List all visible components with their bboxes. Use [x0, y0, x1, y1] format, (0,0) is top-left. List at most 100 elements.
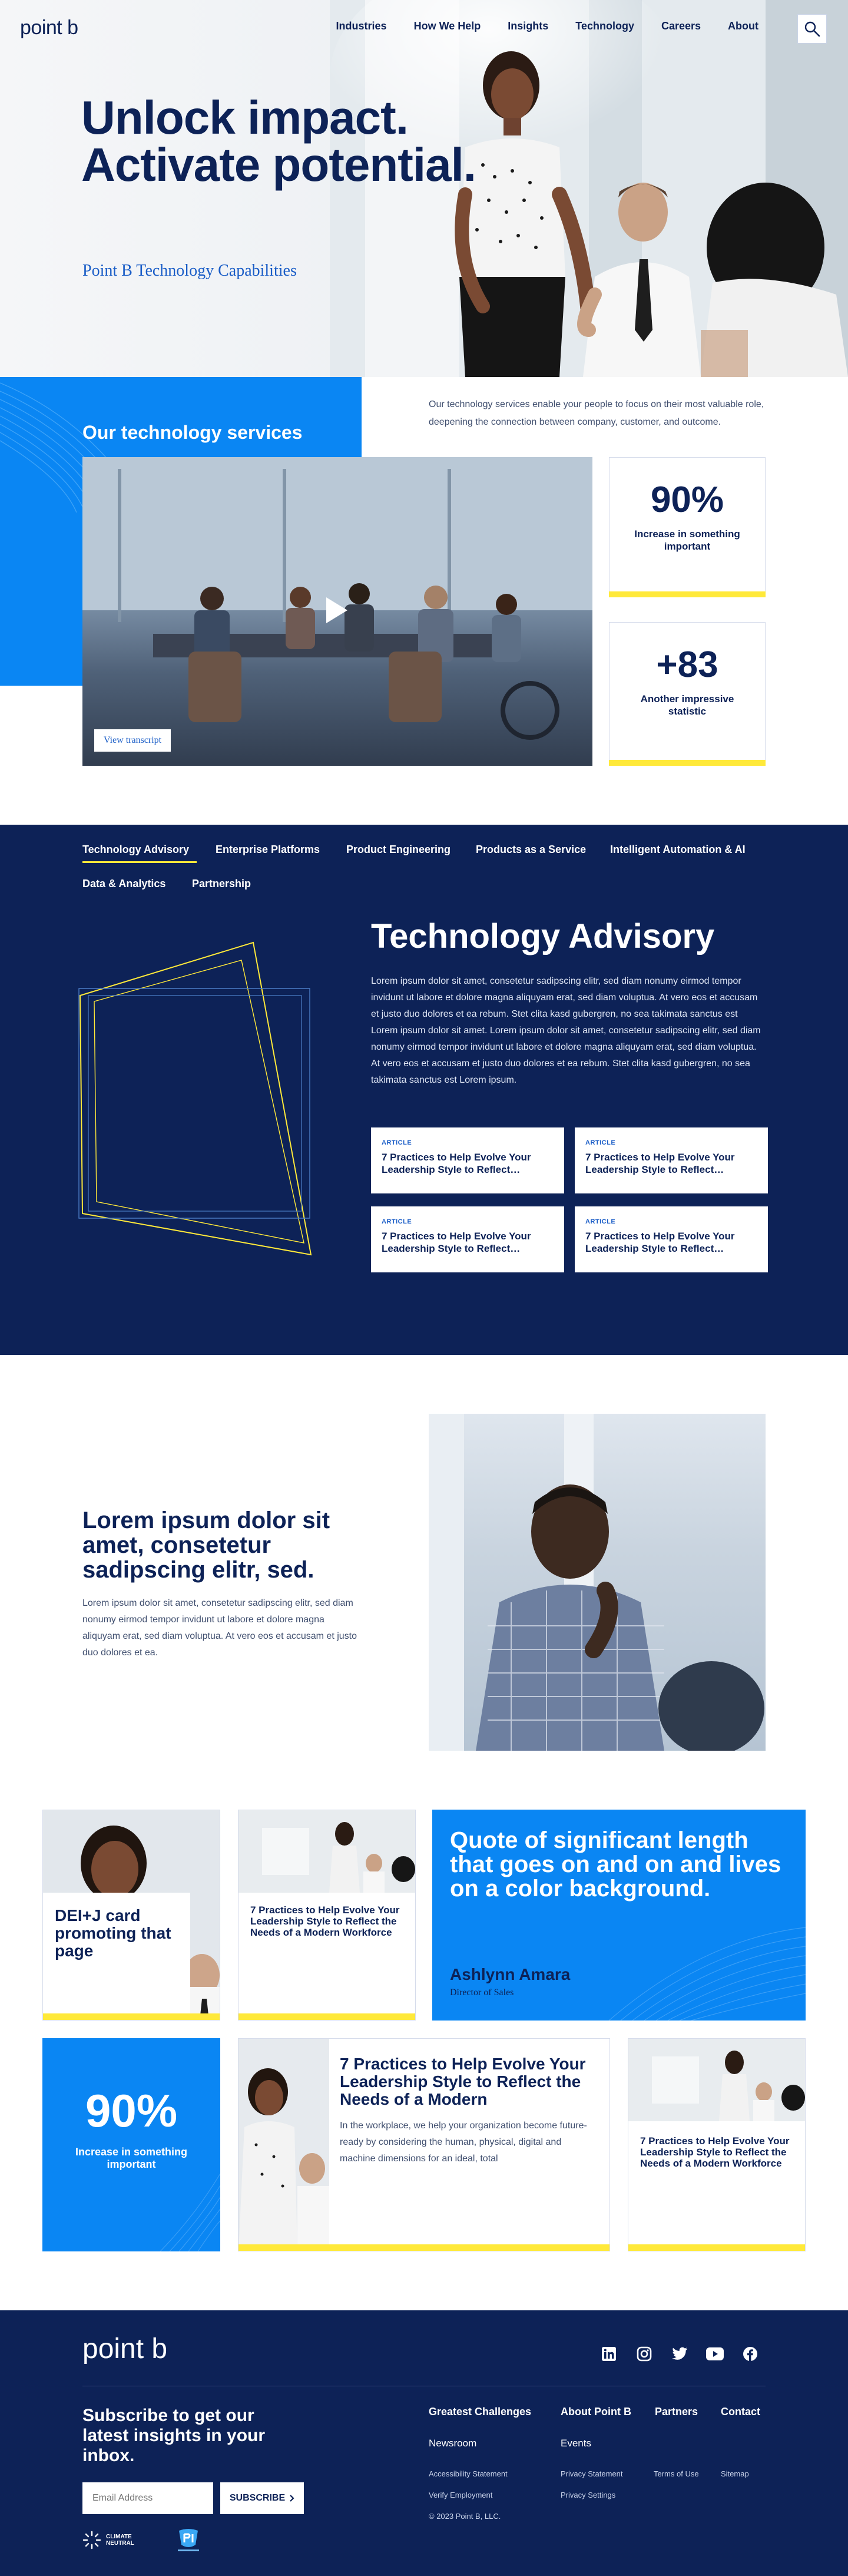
instagram-icon[interactable] [635, 2344, 654, 2363]
card-title: 7 Practices to Help Evolve Your Leadersh… [340, 2055, 586, 2108]
climate-neutral-label: CLIMATE NEUTRAL [106, 2534, 134, 2547]
article-tag: ARTICLE [585, 1139, 616, 1146]
footer-link-greatest-challenges[interactable]: Greatest Challenges [429, 2406, 531, 2418]
nav-careers[interactable]: Careers [661, 20, 701, 32]
footer-link-newsroom[interactable]: Newsroom [429, 2438, 476, 2449]
climate-neutral-badge: CLIMATE NEUTRAL [82, 2531, 139, 2549]
article-title: 7 Practices to Help Evolve Your Leadersh… [585, 1231, 735, 1254]
card-title: DEI+J card promoting that page [55, 1906, 171, 1960]
card-photo [628, 2039, 805, 2121]
twitter-icon[interactable] [670, 2344, 689, 2363]
tab-enterprise-platforms[interactable]: Enterprise Platforms [216, 844, 320, 856]
hero-section: Unlock impact. Activate potential. Point… [0, 0, 848, 377]
nav-insights[interactable]: Insights [508, 20, 548, 32]
quote-card: Quote of significant length that goes on… [432, 1810, 806, 2021]
site-logo[interactable]: point b [20, 16, 78, 39]
footer-link-verify-employment[interactable]: Verify Employment [429, 2491, 492, 2499]
accent-bar [238, 2244, 610, 2251]
article-card[interactable]: 7 Practices to Help Evolve Your Leadersh… [628, 2038, 806, 2251]
main-nav: Industries How We Help Insights Technolo… [336, 20, 758, 32]
card-body: In the workplace, we help your organizat… [340, 2121, 587, 2164]
article-title: 7 Practices to Help Evolve Your Leadersh… [585, 1152, 735, 1175]
tab-data-analytics[interactable]: Data & Analytics [82, 878, 165, 890]
quote-text: Quote of significant length that goes on… [450, 1827, 781, 1902]
card-photo [238, 1810, 415, 1893]
footer-link-terms[interactable]: Terms of Use [654, 2469, 699, 2478]
stat-card: 90% Increase in something important [42, 2038, 220, 2251]
services-description: Our technology services enable your peop… [429, 399, 764, 427]
search-icon [804, 21, 820, 37]
accent-bar [628, 2244, 805, 2251]
footer-link-about[interactable]: About Point B [561, 2406, 631, 2418]
card-title: 7 Practices to Help Evolve Your Leadersh… [250, 1904, 400, 1938]
services-title: Our technology services [82, 422, 303, 443]
card-title: 7 Practices to Help Evolve Your Leadersh… [640, 2135, 790, 2169]
section-title: Technology Advisory [371, 917, 715, 955]
tab-products-as-a-service[interactable]: Products as a Service [476, 844, 586, 856]
hero-subtitle: Point B Technology Capabilities [82, 262, 297, 280]
quote-author: Ashlynn Amara [450, 1965, 571, 1983]
portrait-photo [429, 1414, 766, 1751]
facebook-icon[interactable] [741, 2344, 760, 2363]
tab-technology-advisory[interactable]: Technology Advisory [82, 844, 189, 856]
article-card[interactable]: ARTICLE 7 Practices to Help Evolve Your … [575, 1206, 768, 1272]
hero-title: Unlock impact. Activate potential. [81, 91, 476, 191]
stat-label: Another impressive statistic [640, 693, 734, 717]
nav-technology[interactable]: Technology [575, 20, 634, 32]
subscribe-button[interactable]: SUBSCRIBE [220, 2482, 304, 2514]
footer-link-partners[interactable]: Partners [655, 2406, 698, 2418]
card-photo [238, 2039, 329, 2251]
nav-industries[interactable]: Industries [336, 20, 387, 32]
stat-card: +83 Another impressive statistic [609, 622, 766, 766]
footer-link-contact[interactable]: Contact [721, 2406, 760, 2418]
video-player[interactable]: View transcript [82, 457, 592, 766]
stat-value: 90% [85, 2085, 178, 2137]
decorative-frames [78, 941, 312, 1256]
article-card[interactable]: ARTICLE 7 Practices to Help Evolve Your … [371, 1206, 564, 1272]
portrait-image [429, 1414, 764, 1751]
accent-bar [609, 591, 766, 597]
stat-value: +83 [656, 644, 718, 685]
section-body: Lorem ipsum dolor sit amet, consetetur s… [371, 976, 761, 1085]
quote-role: Director of Sales [450, 1988, 514, 1998]
wide-article-card[interactable]: 7 Practices to Help Evolve Your Leadersh… [238, 2038, 610, 2251]
feature-title: Lorem ipsum dolor sit amet, consetetur s… [82, 1507, 330, 1583]
copyright: © 2023 Point B, LLC. [429, 2512, 501, 2521]
tab-partnership[interactable]: Partnership [192, 878, 251, 890]
play-icon[interactable] [326, 597, 347, 623]
tab-product-engineering[interactable]: Product Engineering [346, 844, 450, 856]
tab-intelligent-automation[interactable]: Intelligent Automation & AI [610, 844, 746, 856]
email-input[interactable] [82, 2482, 213, 2514]
article-card[interactable]: ARTICLE 7 Practices to Help Evolve Your … [371, 1127, 564, 1193]
certified-logo [178, 2529, 199, 2551]
nav-about[interactable]: About [728, 20, 758, 32]
nav-how-we-help[interactable]: How We Help [414, 20, 481, 32]
footer-link-events[interactable]: Events [561, 2438, 591, 2449]
page: Unlock impact. Activate potential. Point… [0, 0, 848, 2576]
accent-bar [43, 2013, 220, 2020]
stat-value: 90% [650, 480, 724, 520]
dei-card[interactable]: DEI+J card promoting that page [42, 1810, 220, 2021]
article-card[interactable]: ARTICLE 7 Practices to Help Evolve Your … [575, 1127, 768, 1193]
footer-link-privacy-statement[interactable]: Privacy Statement [561, 2469, 623, 2478]
view-transcript-button[interactable]: View transcript [94, 729, 171, 752]
footer-link-sitemap[interactable]: Sitemap [721, 2469, 749, 2478]
chevron-right-icon [290, 2495, 294, 2502]
article-title: 7 Practices to Help Evolve Your Leadersh… [382, 1152, 531, 1175]
article-tag: ARTICLE [382, 1218, 412, 1225]
youtube-icon[interactable] [705, 2344, 724, 2363]
article-tag: ARTICLE [585, 1218, 616, 1225]
article-tag: ARTICLE [382, 1139, 412, 1146]
article-card[interactable]: 7 Practices to Help Evolve Your Leadersh… [238, 1810, 416, 2021]
footer-link-accessibility[interactable]: Accessibility Statement [429, 2469, 508, 2478]
footer-logo[interactable]: point b [82, 2333, 167, 2365]
article-title: 7 Practices to Help Evolve Your Leadersh… [382, 1231, 531, 1254]
linkedin-icon[interactable] [599, 2344, 618, 2363]
accent-bar [238, 2013, 415, 2020]
feature-body: Lorem ipsum dolor sit amet, consetetur s… [82, 1598, 357, 1658]
active-tab-indicator [82, 861, 197, 863]
subscribe-title: Subscribe to get our latest insights in … [82, 2406, 266, 2465]
accent-bar [609, 760, 766, 766]
search-button[interactable] [797, 14, 827, 44]
footer-link-privacy-settings[interactable]: Privacy Settings [561, 2491, 615, 2499]
